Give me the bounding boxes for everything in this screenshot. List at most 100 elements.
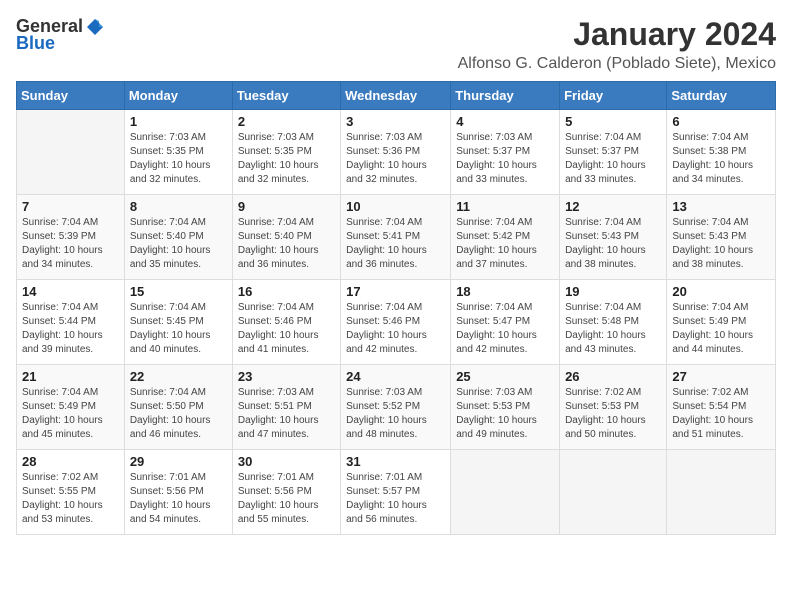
day-number: 3 [346, 114, 445, 129]
day-number: 17 [346, 284, 445, 299]
day-header-thursday: Thursday [451, 82, 560, 110]
calendar-cell: 3Sunrise: 7:03 AM Sunset: 5:36 PM Daylig… [341, 110, 451, 195]
calendar-cell: 12 Sunrise: 7:04 AM Sunset: 5:43 PM Dayli… [560, 195, 667, 280]
day-info: Sunrise: 7:04 AM Sunset: 5:40 PM Dayligh… [238, 216, 335, 272]
week-row-5: 28 Sunrise: 7:02 AM Sunset: 5:55 PM Dayli… [17, 450, 776, 535]
calendar-subtitle: Alfonso G. Calderon (Poblado Siete), Mex… [458, 55, 776, 73]
day-info: Sunrise: 7:04 AM Sunset: 5:40 PM Dayligh… [130, 216, 227, 272]
day-info: Sunrise: 7:04 AM Sunset: 5:37 PM Dayligh… [565, 131, 661, 187]
day-number: 29 [130, 454, 227, 469]
day-number: 2 [238, 114, 335, 129]
day-info: Sunrise: 7:04 AM Sunset: 5:47 PM Dayligh… [456, 301, 554, 357]
day-number: 18 [456, 284, 554, 299]
calendar-cell: 15 Sunrise: 7:04 AM Sunset: 5:45 PM Dayli… [124, 280, 232, 365]
calendar-cell: 23 Sunrise: 7:03 AM Sunset: 5:51 PM Dayli… [232, 365, 340, 450]
calendar-cell: 13 Sunrise: 7:04 AM Sunset: 5:43 PM Dayli… [667, 195, 776, 280]
day-header-friday: Friday [560, 82, 667, 110]
calendar-cell: 21Sunrise: 7:04 AM Sunset: 5:49 PM Dayli… [17, 365, 125, 450]
day-info: Sunrise: 7:03 AM Sunset: 5:35 PM Dayligh… [130, 131, 227, 187]
day-info: Sunrise: 7:04 AM Sunset: 5:48 PM Dayligh… [565, 301, 661, 357]
day-number: 4 [456, 114, 554, 129]
day-number: 16 [238, 284, 335, 299]
calendar-cell: 2 Sunrise: 7:03 AM Sunset: 5:35 PM Daylig… [232, 110, 340, 195]
day-number: 26 [565, 369, 661, 384]
day-number: 5 [565, 114, 661, 129]
calendar-cell: 28 Sunrise: 7:02 AM Sunset: 5:55 PM Dayli… [17, 450, 125, 535]
day-number: 13 [672, 199, 770, 214]
calendar-cell: 16 Sunrise: 7:04 AM Sunset: 5:46 PM Dayli… [232, 280, 340, 365]
day-number: 28 [22, 454, 119, 469]
day-header-sunday: Sunday [17, 82, 125, 110]
logo: General Blue [16, 16, 105, 54]
day-number: 14 [22, 284, 119, 299]
day-info: Sunrise: 7:04 AM Sunset: 5:43 PM Dayligh… [565, 216, 661, 272]
day-number: 27 [672, 369, 770, 384]
calendar-cell: 6 Sunrise: 7:04 AM Sunset: 5:38 PM Daylig… [667, 110, 776, 195]
day-number: 8 [130, 199, 227, 214]
day-info: Sunrise: 7:03 AM Sunset: 5:53 PM Dayligh… [456, 386, 554, 442]
calendar-cell: 17 Sunrise: 7:04 AM Sunset: 5:46 PM Dayli… [341, 280, 451, 365]
day-info: Sunrise: 7:01 AM Sunset: 5:57 PM Dayligh… [346, 471, 445, 527]
day-number: 23 [238, 369, 335, 384]
calendar-cell: 9 Sunrise: 7:04 AM Sunset: 5:40 PM Daylig… [232, 195, 340, 280]
day-info: Sunrise: 7:04 AM Sunset: 5:49 PM Dayligh… [672, 301, 770, 357]
calendar-cell: 20 Sunrise: 7:04 AM Sunset: 5:49 PM Dayli… [667, 280, 776, 365]
logo-blue-text: Blue [16, 33, 55, 54]
day-header-saturday: Saturday [667, 82, 776, 110]
logo-icon [85, 17, 105, 37]
day-header-monday: Monday [124, 82, 232, 110]
day-number: 31 [346, 454, 445, 469]
day-info: Sunrise: 7:03 AM Sunset: 5:51 PM Dayligh… [238, 386, 335, 442]
day-info: Sunrise: 7:01 AM Sunset: 5:56 PM Dayligh… [238, 471, 335, 527]
day-header-wednesday: Wednesday [341, 82, 451, 110]
calendar-cell [560, 450, 667, 535]
day-number: 6 [672, 114, 770, 129]
day-info: Sunrise: 7:04 AM Sunset: 5:43 PM Dayligh… [672, 216, 770, 272]
day-number: 9 [238, 199, 335, 214]
calendar-table: SundayMondayTuesdayWednesdayThursdayFrid… [16, 81, 776, 535]
day-number: 1 [130, 114, 227, 129]
day-number: 30 [238, 454, 335, 469]
day-number: 12 [565, 199, 661, 214]
week-row-3: 14Sunrise: 7:04 AM Sunset: 5:44 PM Dayli… [17, 280, 776, 365]
day-number: 10 [346, 199, 445, 214]
day-info: Sunrise: 7:03 AM Sunset: 5:37 PM Dayligh… [456, 131, 554, 187]
day-info: Sunrise: 7:02 AM Sunset: 5:55 PM Dayligh… [22, 471, 119, 527]
day-info: Sunrise: 7:02 AM Sunset: 5:53 PM Dayligh… [565, 386, 661, 442]
calendar-cell [667, 450, 776, 535]
day-info: Sunrise: 7:04 AM Sunset: 5:49 PM Dayligh… [22, 386, 119, 442]
day-info: Sunrise: 7:04 AM Sunset: 5:39 PM Dayligh… [22, 216, 119, 272]
day-info: Sunrise: 7:04 AM Sunset: 5:46 PM Dayligh… [238, 301, 335, 357]
calendar-cell: 31 Sunrise: 7:01 AM Sunset: 5:57 PM Dayli… [341, 450, 451, 535]
day-number: 15 [130, 284, 227, 299]
day-number: 11 [456, 199, 554, 214]
day-info: Sunrise: 7:02 AM Sunset: 5:54 PM Dayligh… [672, 386, 770, 442]
day-number: 20 [672, 284, 770, 299]
day-number: 7 [22, 199, 119, 214]
day-number: 19 [565, 284, 661, 299]
calendar-cell: 11 Sunrise: 7:04 AM Sunset: 5:42 PM Dayli… [451, 195, 560, 280]
title-section: January 2024 Alfonso G. Calderon (Poblad… [458, 16, 776, 73]
day-info: Sunrise: 7:04 AM Sunset: 5:38 PM Dayligh… [672, 131, 770, 187]
calendar-cell [17, 110, 125, 195]
calendar-cell: 7 Sunrise: 7:04 AM Sunset: 5:39 PM Daylig… [17, 195, 125, 280]
day-info: Sunrise: 7:04 AM Sunset: 5:50 PM Dayligh… [130, 386, 227, 442]
day-header-tuesday: Tuesday [232, 82, 340, 110]
calendar-cell: 22Sunrise: 7:04 AM Sunset: 5:50 PM Dayli… [124, 365, 232, 450]
day-info: Sunrise: 7:04 AM Sunset: 5:42 PM Dayligh… [456, 216, 554, 272]
calendar-cell: 18 Sunrise: 7:04 AM Sunset: 5:47 PM Dayli… [451, 280, 560, 365]
day-number: 25 [456, 369, 554, 384]
calendar-title: January 2024 [458, 16, 776, 53]
calendar-cell: 25 Sunrise: 7:03 AM Sunset: 5:53 PM Dayli… [451, 365, 560, 450]
calendar-cell: 8 Sunrise: 7:04 AM Sunset: 5:40 PM Daylig… [124, 195, 232, 280]
calendar-cell: 5 Sunrise: 7:04 AM Sunset: 5:37 PM Daylig… [560, 110, 667, 195]
calendar-cell: 24Sunrise: 7:03 AM Sunset: 5:52 PM Dayli… [341, 365, 451, 450]
day-info: Sunrise: 7:01 AM Sunset: 5:56 PM Dayligh… [130, 471, 227, 527]
day-info: Sunrise: 7:03 AM Sunset: 5:35 PM Dayligh… [238, 131, 335, 187]
week-row-1: 1 Sunrise: 7:03 AM Sunset: 5:35 PM Daylig… [17, 110, 776, 195]
day-info: Sunrise: 7:04 AM Sunset: 5:46 PM Dayligh… [346, 301, 445, 357]
days-header-row: SundayMondayTuesdayWednesdayThursdayFrid… [17, 82, 776, 110]
day-info: Sunrise: 7:04 AM Sunset: 5:45 PM Dayligh… [130, 301, 227, 357]
calendar-cell: 19 Sunrise: 7:04 AM Sunset: 5:48 PM Dayli… [560, 280, 667, 365]
calendar-cell: 10Sunrise: 7:04 AM Sunset: 5:41 PM Dayli… [341, 195, 451, 280]
